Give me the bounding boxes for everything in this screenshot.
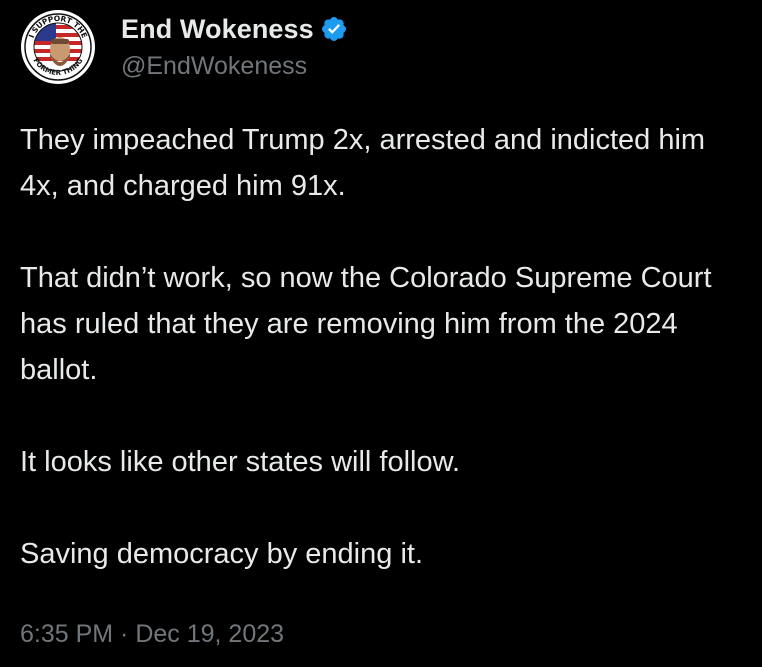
tweet-paragraph: They impeached Trump 2x, arrested and in…: [20, 124, 706, 202]
avatar[interactable]: I SUPPORT THE FORMER THING: [20, 9, 96, 85]
tweet-card: I SUPPORT THE FORMER THING End Wokeness …: [0, 0, 762, 667]
verified-badge-icon: [321, 17, 346, 41]
tweet-paragraph: That didn’t work, so now the Colorado Su…: [20, 262, 712, 386]
avatar-logo-icon: I SUPPORT THE FORMER THING: [21, 10, 95, 84]
tweet-text: They impeached Trump 2x, arrested and in…: [20, 117, 750, 577]
tweet-timestamp[interactable]: 6:35 PM · Dec 19, 2023: [20, 620, 284, 649]
tweet-paragraph: Saving democracy by ending it.: [20, 538, 423, 570]
tweet-paragraph: It looks like other states will follow.: [20, 446, 461, 478]
display-name[interactable]: End Wokeness: [121, 14, 314, 45]
author-handle[interactable]: @EndWokeness: [121, 52, 307, 81]
author-name-row[interactable]: End Wokeness: [121, 10, 348, 48]
